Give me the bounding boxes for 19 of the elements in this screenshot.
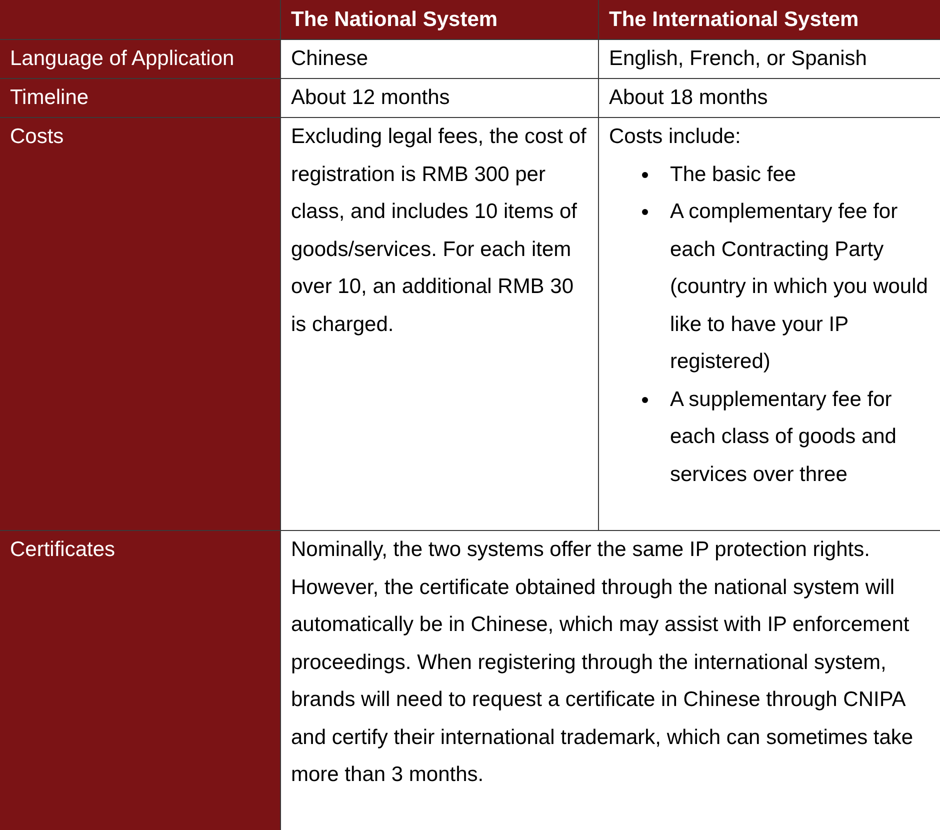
column-header: The National System bbox=[281, 0, 598, 39]
table-cell: About 12 months bbox=[281, 79, 598, 117]
table-cell: English, French, or Spanish bbox=[599, 40, 940, 78]
bullet-icon bbox=[642, 209, 648, 215]
bullet-icon bbox=[642, 172, 648, 178]
row-header: Certificates bbox=[0, 531, 280, 830]
table-cell: Nominally, the two systems offer the same IP protection rights. However, the certificate obtained through the national system will automatically be in Chinese, which may assist with IP enforcement proceedings. When registering through the international system, brands will need to request a certificate in Chinese through CNIPA and certify their international trademark, which can sometimes take more than 3 months. bbox=[281, 531, 940, 830]
table-cell: Excluding legal fees, the cost of registration is RMB 300 per class, and includes 10 items of goods/services. For each item over 10, an additional RMB 30 is charged. bbox=[281, 118, 598, 530]
list-item: The basic fee bbox=[670, 162, 796, 188]
row-header: Costs bbox=[0, 118, 280, 530]
column-header: The International System bbox=[599, 0, 940, 39]
row-header: Timeline bbox=[0, 79, 280, 117]
table-cell: Chinese bbox=[281, 40, 598, 78]
bullet-icon bbox=[642, 396, 648, 402]
cell-text: Costs include: bbox=[609, 124, 742, 150]
table-cell: About 18 months bbox=[599, 79, 940, 117]
list-item: A complementary fee for each Contracting Party (country in which you would like to have your IP registered) bbox=[670, 199, 929, 375]
list-item: A supplementary fee for each class of goods and services over three bbox=[670, 386, 898, 488]
row-header: Language of Application bbox=[0, 40, 280, 78]
